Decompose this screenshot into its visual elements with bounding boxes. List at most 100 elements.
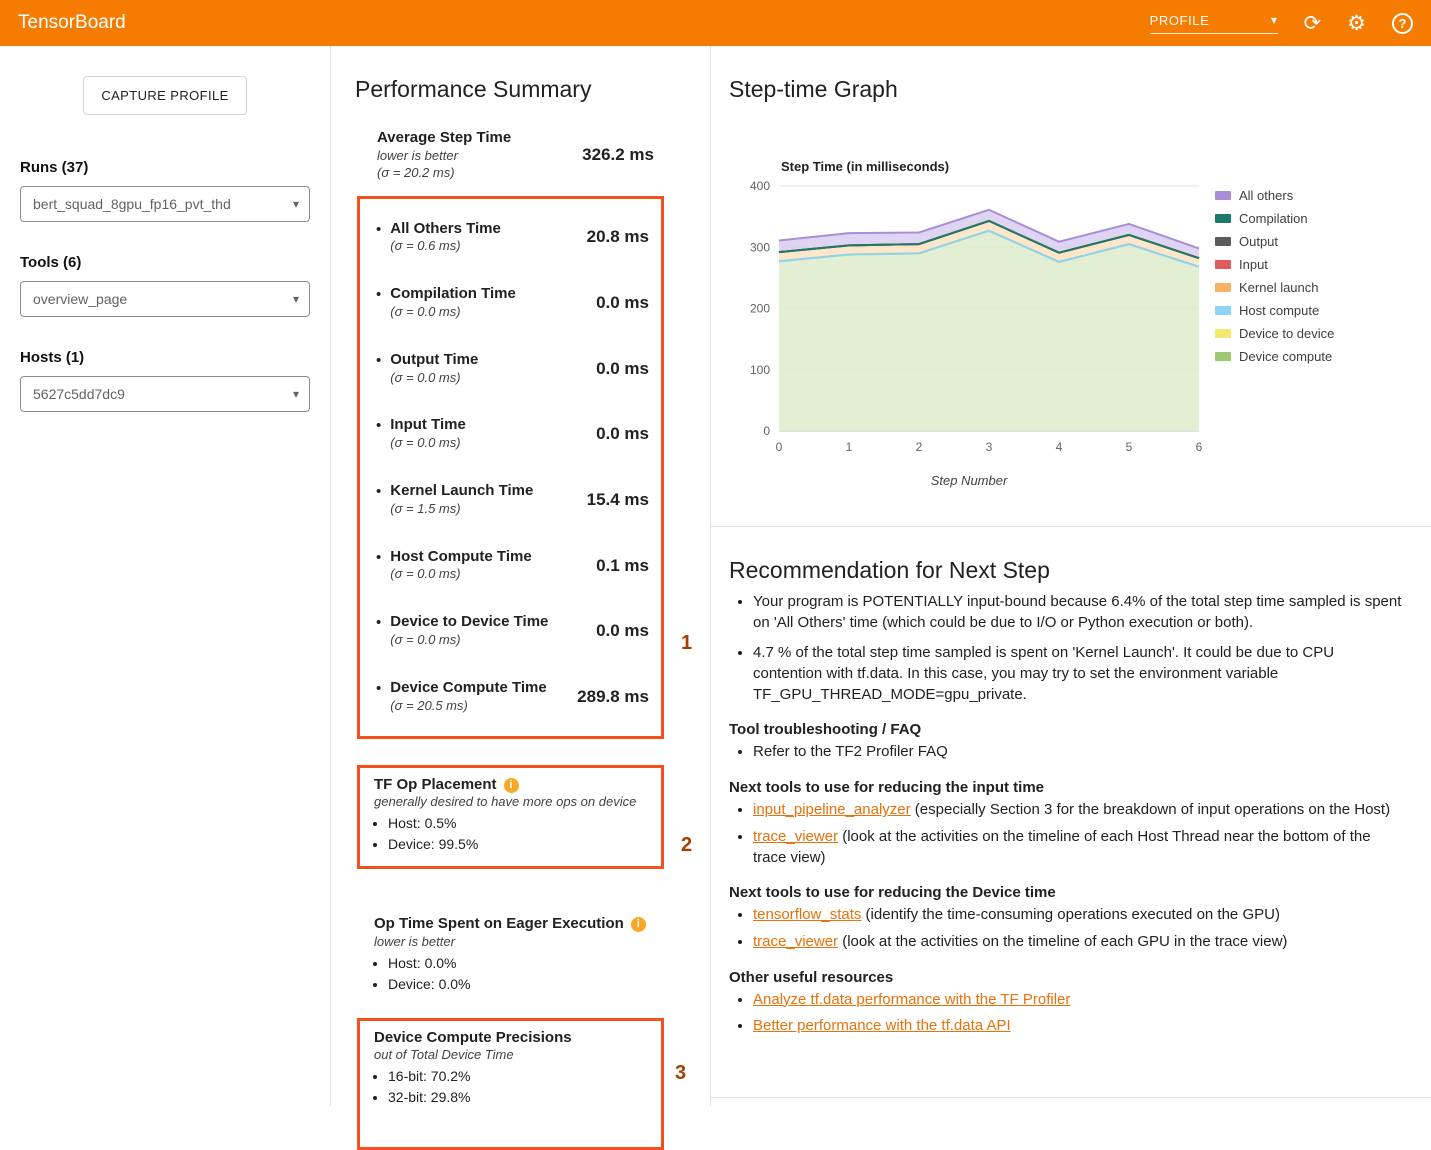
metric-name: Average Step Time [377, 129, 511, 148]
faq-bullet: Refer to the TF2 Profiler FAQ [753, 742, 1405, 763]
device-tools-bullet: tensorflow_stats (identify the time-cons… [753, 905, 1405, 926]
metric-value: 0.0 ms [588, 424, 649, 444]
dashboard-selector[interactable]: PROFILE ▾ [1150, 13, 1278, 34]
info-icon[interactable]: i [631, 917, 646, 932]
precision-16bit-value: 16-bit: 70.2% [388, 1067, 649, 1086]
section-note: generally desired to have more ops on de… [374, 794, 649, 811]
tfdata-api-link[interactable]: Better performance with the tf.data API [753, 1017, 1011, 1034]
metric-value: 289.8 ms [569, 687, 649, 707]
dashboard-selector-value: PROFILE [1150, 13, 1210, 28]
help-icon[interactable]: ? [1392, 13, 1413, 34]
metric-value: 0.0 ms [588, 359, 649, 379]
section-name: TF Op Placement [374, 776, 497, 795]
eager-host-value: Host: 0.0% [388, 954, 652, 973]
legend-item-device-to-device: Device to device [1215, 326, 1334, 341]
metric-note: lower is better [377, 148, 511, 165]
svg-text:3: 3 [986, 440, 993, 454]
section-divider [711, 526, 1431, 527]
metric-row: •Device to Device Time(σ = 0.0 ms)0.0 ms [368, 598, 651, 664]
metric-value: 15.4 ms [579, 490, 649, 510]
legend-item-all-others: All others [1215, 188, 1334, 203]
main-panel: Step-time Graph Step Time (in millisecon… [711, 46, 1431, 1106]
metric-name: Host Compute Time [390, 548, 531, 567]
annotation-2: 2 [681, 834, 692, 857]
bullet-icon: • [376, 614, 381, 649]
legend-label: Kernel launch [1239, 280, 1319, 295]
tools-dropdown[interactable]: overview_page ▾ [20, 281, 310, 317]
legend-swatch [1215, 237, 1231, 246]
tools-dropdown-value: overview_page [33, 291, 127, 307]
section-name: Device Compute Precisions [374, 1029, 572, 1048]
faq-heading: Tool troubleshooting / FAQ [729, 721, 1405, 738]
average-step-time-row: Average Step Time lower is better (σ = 2… [377, 129, 654, 182]
bullet-icon: • [376, 680, 381, 715]
runs-dropdown[interactable]: bert_squad_8gpu_fp16_pvt_thd ▾ [20, 186, 310, 222]
svg-text:2: 2 [916, 440, 923, 454]
legend-swatch [1215, 191, 1231, 200]
tensorflow-stats-link[interactable]: tensorflow_stats [753, 906, 861, 923]
metric-row: •All Others Time(σ = 0.6 ms)20.8 ms [368, 205, 651, 271]
performance-summary-panel: Performance Summary Average Step Time lo… [331, 46, 711, 1106]
tfdata-performance-link[interactable]: Analyze tf.data performance with the TF … [753, 991, 1070, 1008]
legend-label: Compilation [1239, 211, 1308, 226]
trace-viewer-link[interactable]: trace_viewer [753, 933, 838, 950]
legend-label: All others [1239, 188, 1293, 203]
performance-summary-title: Performance Summary [355, 76, 690, 103]
legend-swatch [1215, 329, 1231, 338]
metric-row: •Compilation Time(σ = 0.0 ms)0.0 ms [368, 270, 651, 336]
svg-text:200: 200 [750, 302, 770, 316]
legend-swatch [1215, 352, 1231, 361]
legend-label: Host compute [1239, 303, 1319, 318]
trace-viewer-link[interactable]: trace_viewer [753, 828, 838, 845]
legend-swatch [1215, 283, 1231, 292]
recommendation-bullet: Your program is POTENTIALLY input-bound … [753, 592, 1405, 633]
chart-x-axis-label: Step Number [729, 473, 1209, 488]
runs-dropdown-value: bert_squad_8gpu_fp16_pvt_thd [33, 196, 231, 212]
legend-swatch [1215, 306, 1231, 315]
app-title: TensorBoard [18, 12, 126, 34]
metric-row: •Input Time(σ = 0.0 ms)0.0 ms [368, 401, 651, 467]
hosts-dropdown[interactable]: 5627c5dd7dc9 ▾ [20, 376, 310, 412]
metric-name: Compilation Time [390, 285, 516, 304]
legend-swatch [1215, 214, 1231, 223]
other-resource-bullet: Better performance with the tf.data API [753, 1016, 1405, 1037]
metric-sigma: (σ = 20.2 ms) [377, 165, 511, 182]
bullet-icon: • [376, 352, 381, 387]
input-tools-bullet: trace_viewer (look at the activities on … [753, 827, 1405, 868]
main-layout: CAPTURE PROFILE Runs (37) bert_squad_8gp… [0, 46, 1431, 1106]
metric-sigma: (σ = 0.0 ms) [390, 632, 548, 649]
input-tools-heading: Next tools to use for reducing the input… [729, 779, 1405, 796]
metric-value: 20.8 ms [579, 227, 649, 247]
metric-name: Device to Device Time [390, 613, 548, 632]
metric-name: Input Time [390, 416, 466, 435]
refresh-icon[interactable]: ⟳ [1304, 13, 1322, 34]
bottom-divider [711, 1097, 1431, 1098]
input-tools-bullet: input_pipeline_analyzer (especially Sect… [753, 800, 1405, 821]
legend-item-host-compute: Host compute [1215, 303, 1334, 318]
section-note: lower is better [374, 934, 652, 951]
metric-sigma: (σ = 0.0 ms) [390, 304, 516, 321]
tf-op-placement-section: TF Op Placement i generally desired to h… [357, 765, 664, 869]
capture-profile-button[interactable]: CAPTURE PROFILE [83, 76, 246, 115]
tf-op-host-value: Host: 0.5% [388, 814, 649, 833]
gear-icon[interactable]: ⚙ [1347, 13, 1366, 34]
recommendation-section: Recommendation for Next Step Your progra… [729, 557, 1405, 1037]
metric-row: •Output Time(σ = 0.0 ms)0.0 ms [368, 336, 651, 402]
info-icon[interactable]: i [504, 778, 519, 793]
annotation-3: 3 [675, 1062, 686, 1085]
metric-value: 326.2 ms [574, 145, 654, 165]
tools-label: Tools (6) [20, 254, 310, 271]
tf-op-device-value: Device: 99.5% [388, 835, 649, 854]
svg-text:0: 0 [763, 424, 770, 438]
svg-text:4: 4 [1056, 440, 1063, 454]
metric-name: All Others Time [390, 220, 501, 239]
legend-item-compilation: Compilation [1215, 211, 1334, 226]
precision-32bit-value: 32-bit: 29.8% [388, 1088, 649, 1107]
step-time-chart: 01002003004000123456 Step Number All oth… [729, 176, 1405, 488]
legend-item-input: Input [1215, 257, 1334, 272]
step-time-graph-title: Step-time Graph [729, 76, 1405, 103]
svg-text:6: 6 [1196, 440, 1203, 454]
metric-name: Device Compute Time [390, 679, 546, 698]
input-pipeline-analyzer-link[interactable]: input_pipeline_analyzer [753, 801, 911, 818]
header-toolbar: PROFILE ▾ ⟳ ⚙ ? [1150, 13, 1413, 34]
